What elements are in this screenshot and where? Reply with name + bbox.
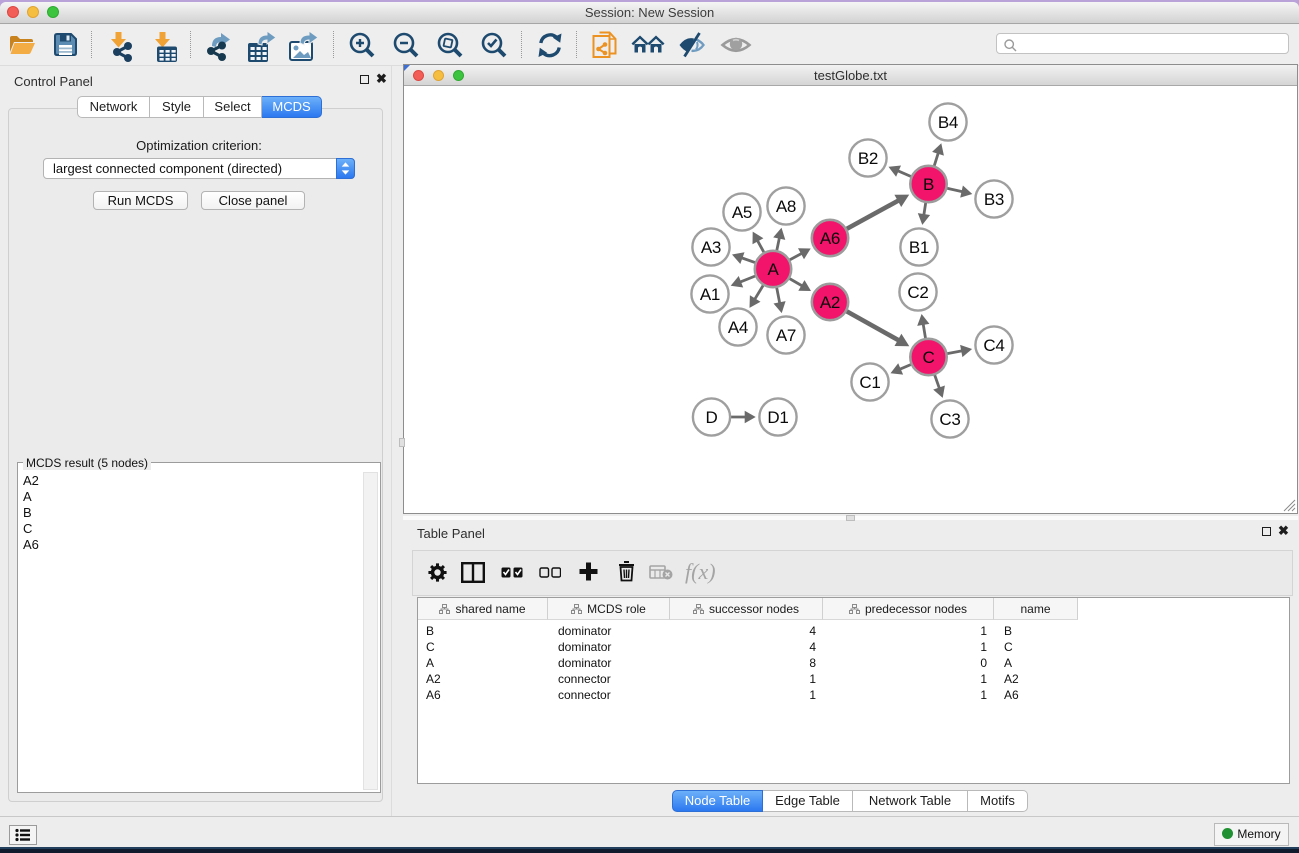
svg-text:C4: C4 <box>983 336 1004 355</box>
svg-text:B4: B4 <box>938 113 958 132</box>
svg-text:A: A <box>767 260 779 279</box>
svg-text:C: C <box>923 348 935 367</box>
svg-text:B1: B1 <box>909 238 929 257</box>
svg-text:A4: A4 <box>728 318 748 337</box>
svg-text:A1: A1 <box>700 285 720 304</box>
svg-text:D: D <box>706 408 718 427</box>
svg-text:A7: A7 <box>776 326 796 345</box>
svg-text:C2: C2 <box>907 283 928 302</box>
svg-text:C1: C1 <box>859 373 880 392</box>
svg-text:B: B <box>923 175 934 194</box>
svg-text:D1: D1 <box>767 408 788 427</box>
svg-text:A2: A2 <box>820 293 840 312</box>
svg-text:A6: A6 <box>820 229 840 248</box>
svg-text:A5: A5 <box>732 203 752 222</box>
svg-text:B3: B3 <box>984 190 1004 209</box>
svg-text:C3: C3 <box>939 410 960 429</box>
svg-text:B2: B2 <box>858 149 878 168</box>
svg-text:A3: A3 <box>701 238 721 257</box>
svg-text:A8: A8 <box>776 197 796 216</box>
